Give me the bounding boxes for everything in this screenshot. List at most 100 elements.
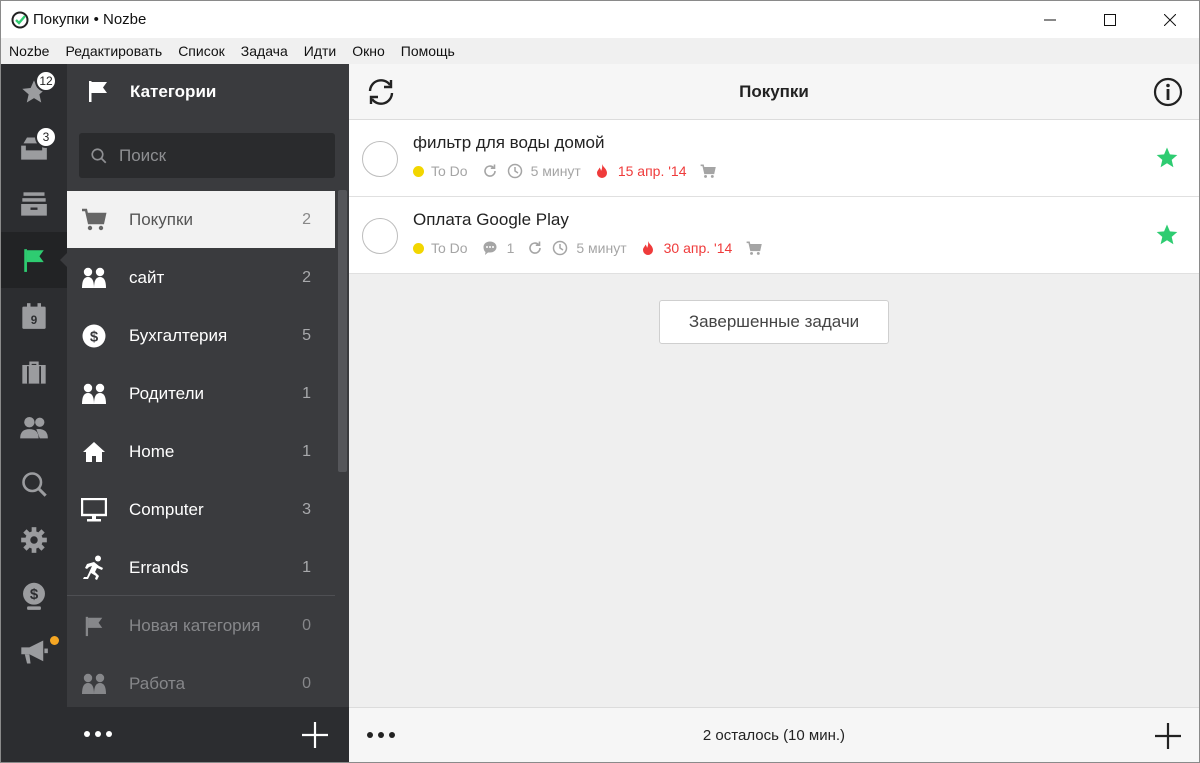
runner-icon: [81, 555, 107, 581]
nav-projects[interactable]: [1, 176, 67, 232]
minimize-icon: [1044, 19, 1056, 20]
nav-priority[interactable]: 12: [1, 64, 67, 120]
category-item[interactable]: Home 1: [67, 423, 335, 480]
priority-badge: 12: [35, 70, 57, 92]
category-count: 1: [302, 558, 311, 576]
category-item[interactable]: Работа 0: [67, 655, 335, 712]
flag-icon: [81, 613, 107, 639]
team-icon: [20, 417, 48, 439]
task-meta: To Do 5 минут 15 апр. '14: [413, 163, 717, 179]
minimize-button[interactable]: [1027, 1, 1073, 38]
info-icon[interactable]: [1153, 77, 1183, 107]
flag-icon: [89, 81, 107, 102]
main-header: Покупки: [349, 64, 1199, 120]
menu-bar: Nozbe Редактировать Список Задача Идти О…: [1, 38, 1199, 64]
svg-text:$: $: [30, 586, 39, 603]
nav-news[interactable]: [1, 624, 67, 680]
stack-icon: [21, 192, 47, 216]
project-color-dot: [413, 165, 424, 177]
category-count: 1: [302, 384, 311, 402]
task-checkbox[interactable]: [362, 218, 398, 254]
task-name: Оплата Google Play: [413, 210, 569, 229]
categories-panel: Категории Поиск Покупки 2 сайт 2 $ Бухга…: [67, 64, 349, 762]
task-due-date: 15 апр. '14: [617, 163, 687, 179]
people-icon: [81, 381, 107, 407]
menu-nozbe[interactable]: Nozbe: [1, 38, 57, 64]
completed-tasks-button[interactable]: Завершенные задачи: [659, 300, 889, 344]
categories-footer: [67, 707, 349, 762]
calendar-day: 9: [31, 314, 38, 327]
app-window: Покупки • Nozbe Nozbe Редактировать Спис…: [0, 0, 1200, 763]
flag-icon: [24, 249, 44, 272]
category-item[interactable]: Новая категория 0: [67, 597, 335, 654]
task-time: 5 минут: [530, 163, 581, 179]
nozbe-logo-icon: [11, 11, 29, 28]
category-label: Работа: [129, 673, 186, 693]
category-count: 3: [302, 500, 311, 518]
star-icon[interactable]: [1155, 146, 1179, 170]
search-icon: [22, 472, 47, 497]
menu-list[interactable]: Список: [170, 38, 233, 64]
category-item[interactable]: Computer 3: [67, 481, 335, 538]
category-count: 2: [302, 268, 311, 286]
gear-icon: [21, 527, 47, 553]
close-button[interactable]: [1147, 1, 1193, 38]
task-row[interactable]: Оплата Google Play To Do 1 5 минут 30 ап…: [349, 197, 1199, 274]
category-label: Home: [129, 441, 175, 461]
category-count: 5: [302, 326, 311, 344]
monitor-icon: [81, 497, 107, 523]
nav-categories[interactable]: [1, 232, 67, 288]
category-label: Computer: [129, 499, 204, 519]
star-icon[interactable]: [1155, 223, 1179, 247]
category-label: Errands: [129, 557, 189, 577]
search-icon: [91, 147, 107, 163]
category-count: 0: [302, 616, 311, 634]
menu-window[interactable]: Окно: [344, 38, 393, 64]
fire-icon: [596, 164, 607, 178]
dollar-bag-icon: $: [23, 582, 45, 610]
nav-team[interactable]: [1, 400, 67, 456]
clock-icon: [507, 163, 522, 179]
category-item[interactable]: $ Бухгалтерия 5: [67, 307, 335, 364]
nav-settings[interactable]: [1, 512, 67, 568]
comment-icon: [483, 241, 497, 255]
menu-task[interactable]: Задача: [233, 38, 296, 64]
active-indicator: [60, 253, 67, 267]
more-icon[interactable]: [83, 729, 113, 739]
search-input[interactable]: Поиск: [79, 133, 335, 178]
main-panel: Покупки фильтр для воды домой To Do 5 ми…: [349, 64, 1199, 762]
add-task-icon[interactable]: [1155, 723, 1181, 749]
nav-project-templates[interactable]: [1, 344, 67, 400]
home-icon: [81, 439, 107, 465]
nav-billing[interactable]: $: [1, 568, 67, 624]
cart-icon: [701, 164, 717, 178]
task-row[interactable]: фильтр для воды домой To Do 5 минут 15 а…: [349, 120, 1199, 197]
title-bar: Покупки • Nozbe: [1, 1, 1199, 38]
nav-search[interactable]: [1, 456, 67, 512]
category-label: Родители: [129, 383, 204, 403]
categories-title: Категории: [130, 82, 217, 101]
megaphone-icon: [21, 640, 48, 664]
svg-text:$: $: [90, 328, 99, 345]
task-checkbox[interactable]: [362, 141, 398, 177]
menu-go[interactable]: Идти: [296, 38, 344, 64]
maximize-button[interactable]: [1087, 1, 1133, 38]
calendar-icon: 9: [22, 303, 46, 329]
nav-calendar[interactable]: 9: [1, 288, 67, 344]
page-title: Покупки: [739, 82, 809, 101]
menu-edit[interactable]: Редактировать: [57, 38, 170, 64]
cart-icon: [81, 207, 107, 233]
repeat-icon: [529, 241, 542, 254]
task-meta: To Do 1 5 минут 30 апр. '14: [413, 240, 763, 256]
fire-icon: [642, 241, 653, 255]
category-item[interactable]: Родители 1: [67, 365, 335, 422]
categories-scrollbar[interactable]: [338, 190, 347, 472]
repeat-icon: [483, 164, 496, 177]
add-category-icon[interactable]: [302, 722, 328, 748]
menu-help[interactable]: Помощь: [393, 38, 463, 64]
category-item[interactable]: сайт 2: [67, 249, 335, 306]
category-item[interactable]: Покупки 2: [67, 191, 335, 248]
task-project: To Do: [431, 240, 468, 256]
category-item[interactable]: Errands 1: [67, 539, 335, 596]
nav-inbox[interactable]: 3: [1, 120, 67, 176]
